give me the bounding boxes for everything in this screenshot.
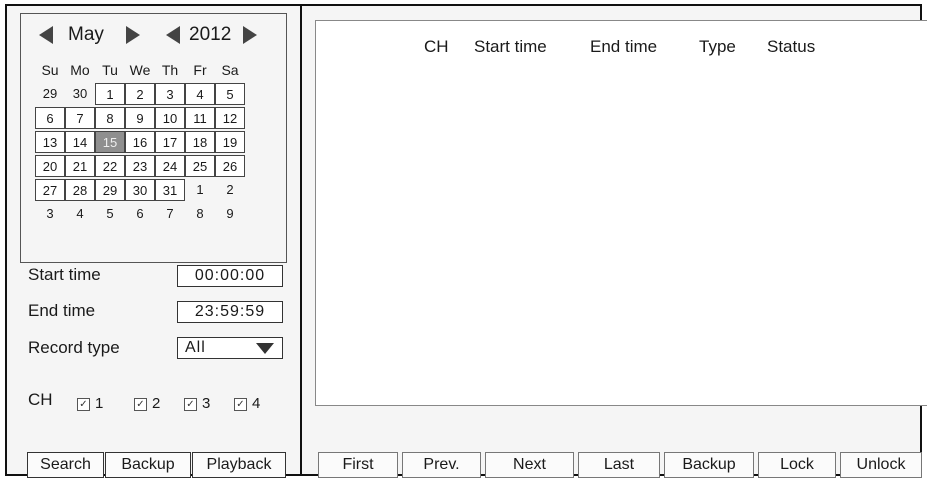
calendar-day[interactable]: 24 bbox=[155, 155, 185, 177]
calendar-day[interactable]: 7 bbox=[155, 203, 185, 225]
weekday-tu: Tu bbox=[102, 62, 118, 78]
backup-results-button[interactable]: Backup bbox=[664, 452, 754, 478]
column-header-ch: CH bbox=[424, 37, 449, 56]
weekday-su: Su bbox=[41, 62, 59, 78]
next-month-arrow-icon[interactable] bbox=[126, 26, 140, 44]
checkbox-check-icon: ✓ bbox=[234, 398, 247, 411]
record-type-label: Record type bbox=[28, 338, 120, 357]
calendar-day[interactable]: 8 bbox=[185, 203, 215, 225]
weekday-mo: Mo bbox=[70, 62, 90, 78]
calendar-day[interactable]: 17 bbox=[155, 131, 185, 153]
calendar-day[interactable]: 27 bbox=[35, 179, 65, 201]
playback-button[interactable]: Playback bbox=[192, 452, 286, 478]
start-time-field[interactable]: 00:00:00 bbox=[177, 265, 283, 287]
calendar-day[interactable]: 31 bbox=[155, 179, 185, 201]
calendar-day[interactable]: 26 bbox=[215, 155, 245, 177]
backup-button[interactable]: Backup bbox=[105, 452, 191, 478]
checkbox-check-icon: ✓ bbox=[184, 398, 197, 411]
record-type-select[interactable]: All bbox=[177, 337, 283, 359]
calendar-day[interactable]: 9 bbox=[215, 203, 245, 225]
column-header-start-time: Start time bbox=[474, 37, 547, 56]
record-type-value: All bbox=[185, 339, 206, 356]
calendar-day[interactable]: 30 bbox=[125, 179, 155, 201]
weekday-fr: Fr bbox=[193, 62, 207, 78]
weekday-sa: Sa bbox=[221, 62, 239, 78]
column-header-end-time: End time bbox=[590, 37, 658, 56]
prev-month-arrow-icon[interactable] bbox=[39, 26, 53, 44]
calendar-day[interactable]: 6 bbox=[125, 203, 155, 225]
calendar-day[interactable]: 22 bbox=[95, 155, 125, 177]
calendar-day[interactable]: 29 bbox=[35, 83, 65, 105]
calendar-day[interactable]: 5 bbox=[215, 83, 245, 105]
dvr-search-window: May 2012 Su Mo Tu We Th Fr Sa 29 30 1 2 3 4 5 6 7 8 9 10 1… bbox=[5, 4, 927, 478]
channel-label: 2 bbox=[152, 395, 161, 412]
calendar-day[interactable]: 10 bbox=[155, 107, 185, 129]
end-time-field[interactable]: 23:59:59 bbox=[177, 301, 283, 323]
unlock-button[interactable]: Unlock bbox=[840, 452, 922, 478]
calendar-day[interactable]: 14 bbox=[65, 131, 95, 153]
prev-year-arrow-icon[interactable] bbox=[166, 26, 180, 44]
channel-3-checkbox[interactable]: ✓ 3 bbox=[184, 395, 210, 412]
calendar-day[interactable]: 19 bbox=[215, 131, 245, 153]
ch-label: CH bbox=[28, 390, 53, 409]
weekday-th: Th bbox=[161, 62, 179, 78]
calendar: May 2012 Su Mo Tu We Th Fr Sa 29 30 1 2 3 4 5 6 7 8 9 10 1… bbox=[20, 13, 287, 263]
calendar-day[interactable]: 9 bbox=[125, 107, 155, 129]
calendar-day[interactable]: 2 bbox=[125, 83, 155, 105]
panel-divider bbox=[300, 6, 302, 474]
weekday-we: We bbox=[129, 62, 151, 78]
checkbox-check-icon: ✓ bbox=[134, 398, 147, 411]
lock-button[interactable]: Lock bbox=[758, 452, 836, 478]
checkbox-check-icon: ✓ bbox=[77, 398, 90, 411]
channel-1-checkbox[interactable]: ✓ 1 bbox=[77, 395, 103, 412]
calendar-day[interactable]: 1 bbox=[185, 179, 215, 201]
calendar-day[interactable]: 4 bbox=[185, 83, 215, 105]
next-year-arrow-icon[interactable] bbox=[243, 26, 257, 44]
calendar-day[interactable]: 23 bbox=[125, 155, 155, 177]
calendar-day[interactable]: 18 bbox=[185, 131, 215, 153]
calendar-day[interactable]: 13 bbox=[35, 131, 65, 153]
calendar-day[interactable]: 20 bbox=[35, 155, 65, 177]
channel-label: 3 bbox=[202, 395, 211, 412]
calendar-month: May bbox=[68, 24, 104, 45]
column-header-type: Type bbox=[699, 37, 736, 56]
calendar-day[interactable]: 1 bbox=[95, 83, 125, 105]
calendar-day[interactable]: 30 bbox=[65, 83, 95, 105]
calendar-day[interactable]: 4 bbox=[65, 203, 95, 225]
channel-label: 1 bbox=[95, 395, 104, 412]
calendar-day[interactable]: 21 bbox=[65, 155, 95, 177]
calendar-day[interactable]: 28 bbox=[65, 179, 95, 201]
search-button[interactable]: Search bbox=[27, 452, 104, 478]
calendar-day[interactable]: 7 bbox=[65, 107, 95, 129]
calendar-day[interactable]: 16 bbox=[125, 131, 155, 153]
first-page-button[interactable]: First bbox=[318, 452, 398, 478]
end-time-label: End time bbox=[28, 301, 96, 320]
calendar-day[interactable]: 6 bbox=[35, 107, 65, 129]
calendar-day[interactable]: 3 bbox=[155, 83, 185, 105]
calendar-year: 2012 bbox=[189, 24, 232, 45]
column-header-status: Status bbox=[767, 37, 816, 56]
prev-page-button[interactable]: Prev. bbox=[402, 452, 481, 478]
last-page-button[interactable]: Last bbox=[578, 452, 660, 478]
channel-2-checkbox[interactable]: ✓ 2 bbox=[134, 395, 160, 412]
start-time-label: Start time bbox=[28, 265, 101, 284]
calendar-day[interactable]: 12 bbox=[215, 107, 245, 129]
calendar-day[interactable]: 3 bbox=[35, 203, 65, 225]
calendar-day[interactable]: 2 bbox=[215, 179, 245, 201]
next-page-button[interactable]: Next bbox=[485, 452, 574, 478]
calendar-day[interactable]: 29 bbox=[95, 179, 125, 201]
calendar-day[interactable]: 5 bbox=[95, 203, 125, 225]
calendar-day[interactable]: 11 bbox=[185, 107, 215, 129]
results-table: CH Start time End time Type Status bbox=[315, 20, 927, 406]
channel-label: 4 bbox=[252, 395, 261, 412]
dropdown-arrow-icon bbox=[256, 343, 274, 354]
channel-4-checkbox[interactable]: ✓ 4 bbox=[234, 395, 260, 412]
calendar-day[interactable]: 8 bbox=[95, 107, 125, 129]
weekday-header: Su Mo Tu We Th Fr Sa bbox=[21, 62, 288, 82]
calendar-day[interactable]: 25 bbox=[185, 155, 215, 177]
calendar-day[interactable]: 15 bbox=[95, 131, 125, 153]
